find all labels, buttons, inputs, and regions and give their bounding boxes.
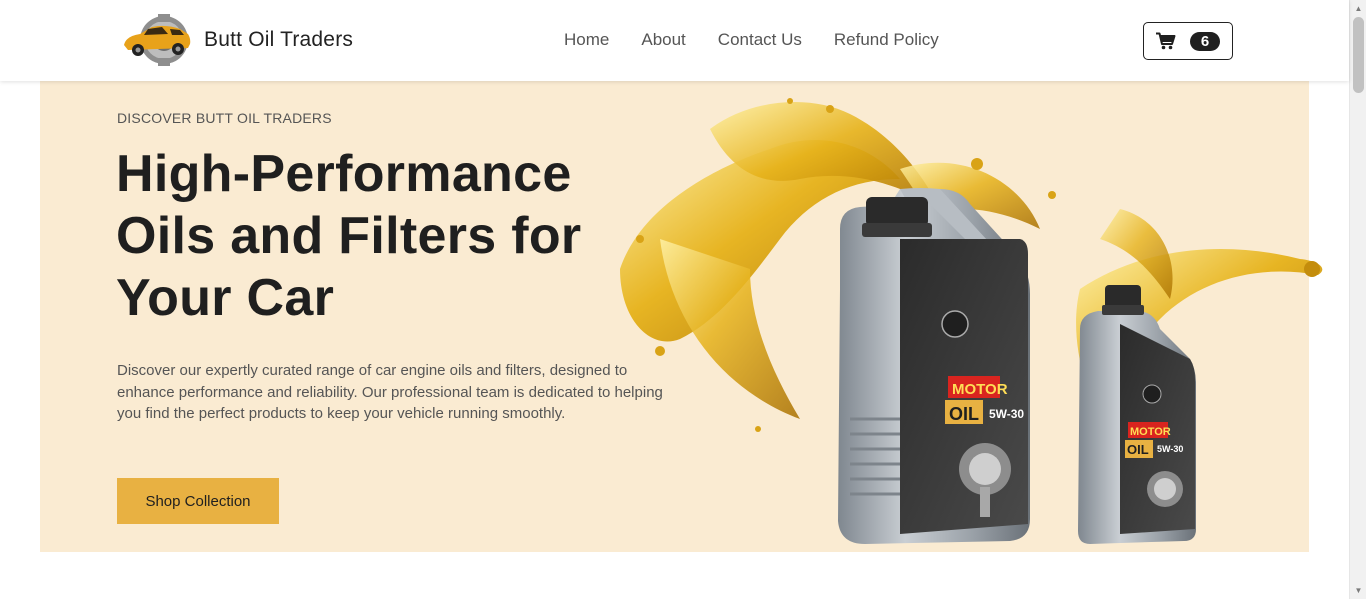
- site-header: Butt Oil Traders Home About Contact Us R…: [0, 0, 1349, 81]
- hero-title: High-Performance Oils and Filters for Yo…: [116, 145, 582, 327]
- page: Butt Oil Traders Home About Contact Us R…: [0, 0, 1366, 599]
- nav-link-home[interactable]: Home: [548, 29, 625, 51]
- cart-button[interactable]: 6: [1143, 22, 1233, 60]
- cart-count-badge: 6: [1190, 31, 1220, 51]
- motor-oil-product-image: MOTOR OIL 5W-30 MOTOR OIL 5W-30: [620, 98, 1323, 544]
- brand-name: Butt Oil Traders: [204, 28, 354, 51]
- shop-collection-button[interactable]: Shop Collection: [117, 478, 279, 524]
- hero-section: DISCOVER BUTT OIL TRADERS High-Performan…: [40, 81, 1323, 552]
- cart-icon: [1156, 32, 1176, 50]
- small-bottle-type: OIL: [1127, 442, 1149, 457]
- large-oil-jug: MOTOR OIL 5W-30: [838, 188, 1030, 544]
- scroll-up-arrow-icon[interactable]: ▲: [1350, 0, 1366, 17]
- hero-description: Discover our expertly curated range of c…: [117, 362, 663, 422]
- large-jug-brand: MOTOR: [952, 381, 1008, 398]
- small-bottle-grade: 5W-30: [1157, 444, 1183, 454]
- main-nav: Home About Contact Us Refund Policy: [548, 29, 955, 51]
- nav-link-contact-us[interactable]: Contact Us: [702, 29, 818, 51]
- brand-logo-link[interactable]: Butt Oil Traders: [118, 12, 353, 68]
- scroll-down-arrow-icon[interactable]: ▼: [1350, 582, 1366, 599]
- large-jug-type: OIL: [949, 404, 979, 424]
- hero-eyebrow: DISCOVER BUTT OIL TRADERS: [117, 110, 332, 126]
- nav-link-about[interactable]: About: [625, 29, 701, 51]
- large-jug-grade: 5W-30: [989, 407, 1024, 421]
- small-oil-bottle: MOTOR OIL 5W-30: [1078, 285, 1196, 544]
- nav-link-refund-policy[interactable]: Refund Policy: [818, 29, 955, 51]
- vertical-scrollbar[interactable]: ▲ ▼: [1349, 0, 1366, 599]
- small-bottle-brand: MOTOR: [1130, 426, 1171, 438]
- logo-car-icon: [124, 14, 191, 66]
- scrollbar-thumb[interactable]: [1353, 17, 1364, 93]
